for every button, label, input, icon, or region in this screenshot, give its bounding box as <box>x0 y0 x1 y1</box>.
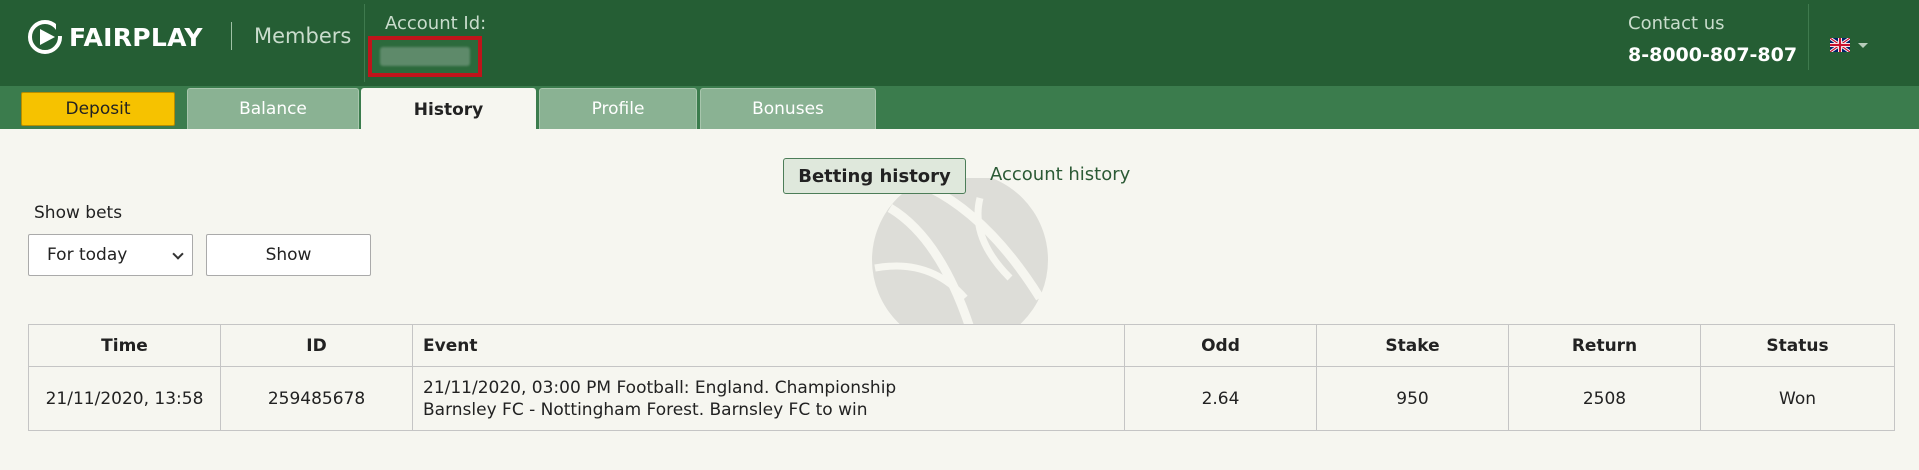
contact-phone[interactable]: 8-8000-807-807 <box>1628 44 1797 66</box>
top-header: FAIRPLAY Members Account Id: Contact us … <box>0 0 1919 86</box>
col-odd: Odd <box>1124 324 1317 367</box>
cell-stake: 950 <box>1316 366 1509 431</box>
col-status: Status <box>1700 324 1895 367</box>
logo-text: FAIRPLAY <box>69 22 203 52</box>
tab-profile[interactable]: Profile <box>539 88 697 129</box>
col-time: Time <box>28 324 221 367</box>
period-select-value: For today <box>47 245 128 265</box>
period-select[interactable]: For today <box>28 234 193 276</box>
cell-event: 21/11/2020, 03:00 PM Football: England. … <box>412 366 1125 431</box>
logo-separator <box>231 22 232 50</box>
chevron-down-icon <box>1858 42 1868 48</box>
bets-table: Time ID Event Odd Stake Return Status 21… <box>28 324 1895 431</box>
table-header-row: Time ID Event Odd Stake Return Status <box>28 324 1895 367</box>
event-line-2: Barnsley FC - Nottingham Forest. Barnsle… <box>423 399 868 420</box>
fairplay-logo[interactable]: FAIRPLAY <box>26 18 203 56</box>
section-title: Members <box>254 24 352 48</box>
cell-id: 259485678 <box>220 366 413 431</box>
show-button[interactable]: Show <box>206 234 371 276</box>
cell-odd: 2.64 <box>1124 366 1317 431</box>
account-id-redacted <box>368 36 482 77</box>
show-bets-label: Show bets <box>34 203 123 223</box>
subtab-betting-history[interactable]: Betting history <box>783 158 966 194</box>
col-return: Return <box>1508 324 1701 367</box>
table-row: 21/11/2020, 13:58 259485678 21/11/2020, … <box>28 366 1895 431</box>
cell-time: 21/11/2020, 13:58 <box>28 366 221 431</box>
col-event: Event <box>412 324 1125 367</box>
cell-status[interactable]: Won <box>1700 366 1895 431</box>
header-divider-right <box>1808 4 1809 70</box>
uk-flag-icon <box>1830 38 1850 52</box>
main-tabbar: Deposit Balance History Profile Bonuses <box>0 86 1919 131</box>
contact-label: Contact us <box>1628 13 1725 34</box>
fairplay-logo-icon <box>28 20 66 54</box>
deposit-button[interactable]: Deposit <box>21 92 175 126</box>
header-divider <box>364 4 365 82</box>
language-selector[interactable] <box>1830 38 1868 52</box>
chevron-down-icon <box>172 248 184 260</box>
col-id: ID <box>220 324 413 367</box>
tab-balance[interactable]: Balance <box>187 88 359 129</box>
event-line-1: 21/11/2020, 03:00 PM Football: England. … <box>423 377 897 398</box>
cell-return: 2508 <box>1508 366 1701 431</box>
account-id-label: Account Id: <box>385 13 487 34</box>
col-stake: Stake <box>1316 324 1509 367</box>
account-id-blur <box>380 47 470 66</box>
subtab-account-history[interactable]: Account history <box>990 164 1130 185</box>
tab-bonuses[interactable]: Bonuses <box>700 88 876 129</box>
ball-watermark-icon <box>872 178 1048 328</box>
tab-history[interactable]: History <box>361 88 536 131</box>
